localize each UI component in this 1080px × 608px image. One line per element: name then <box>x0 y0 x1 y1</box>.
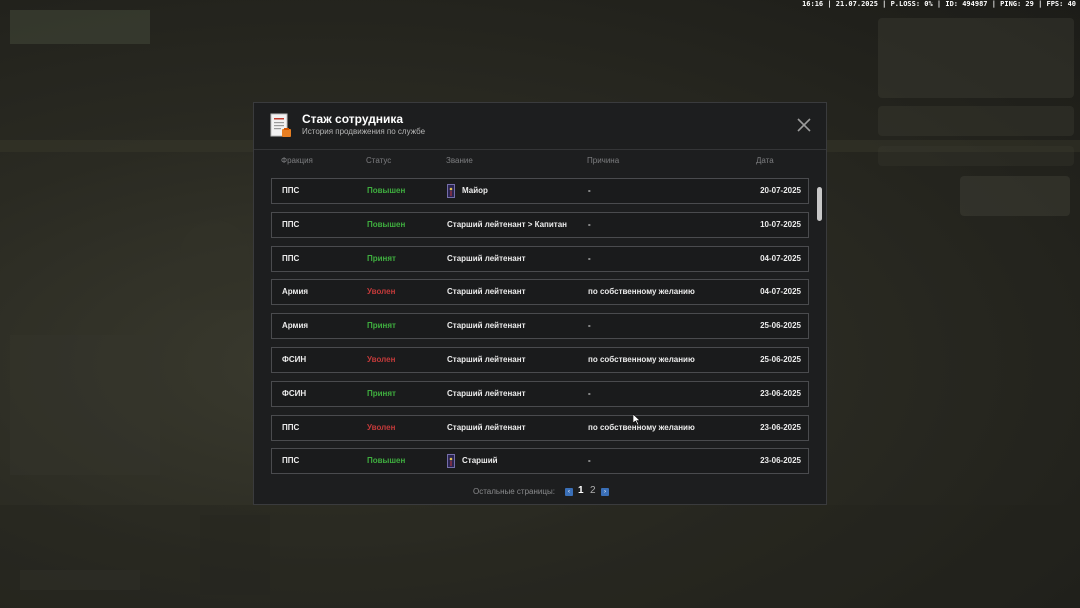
row-rank-label: Старший лейтенант <box>447 388 526 398</box>
document-icon <box>270 113 291 137</box>
row-rank-label: Старший лейтенант <box>447 287 526 297</box>
row-faction: ППС <box>282 186 300 195</box>
pagination: Остальные страницы: ‹ 1 2 › <box>254 485 826 499</box>
scrollbar[interactable] <box>817 185 823 475</box>
row-rank-label: Старший лейтенант <box>447 422 526 432</box>
row-status: Уволен <box>367 355 396 364</box>
table-row: ППС Повышен Майор - 20-07-2025 <box>271 178 809 204</box>
seniority-modal: Стаж сотрудника История продвижения по с… <box>253 102 827 505</box>
row-faction: ФСИН <box>282 355 307 364</box>
modal-title: Стаж сотрудника <box>302 112 404 126</box>
row-faction: ППС <box>282 219 300 229</box>
rank-insignia-icon <box>447 184 455 198</box>
row-rank: Старший лейтенант <box>447 247 526 271</box>
row-date: 25-06-2025 <box>760 321 801 331</box>
column-header-rank: Звание <box>446 156 473 165</box>
column-header-faction: Фракция <box>281 156 313 165</box>
chevron-left-icon[interactable]: ‹ <box>565 488 573 496</box>
row-date: 25-06-2025 <box>760 355 801 364</box>
row-reason: - <box>588 186 591 195</box>
row-date: 23-06-2025 <box>760 422 801 432</box>
history-table: ППС Повышен Майор - 20-07-2025 ППС Повышен Стар… <box>271 178 811 474</box>
page-2-button[interactable]: 2 <box>590 485 596 496</box>
column-header-status: Статус <box>366 156 392 165</box>
row-rank: Старший <box>447 449 498 473</box>
row-reason: по собственному желанию <box>588 287 695 297</box>
row-faction: ППС <box>282 253 300 263</box>
row-status: Уволен <box>367 287 396 297</box>
row-reason: по собственному желанию <box>588 422 695 432</box>
table-row: Армия Уволен Старший лейтенант по собственн… <box>271 279 809 306</box>
row-status: Повышен <box>367 186 406 195</box>
row-reason: - <box>588 253 591 263</box>
row-rank-label: Старший лейтенант <box>447 321 526 331</box>
rank-insignia-icon <box>447 454 455 469</box>
row-status: Повышен <box>367 456 406 466</box>
row-reason: - <box>588 456 591 466</box>
row-status: Принят <box>367 321 396 331</box>
row-rank-label: Старший лейтенант <box>447 355 526 364</box>
table-header: Фракция Статус Звание Причина Дата <box>271 156 811 170</box>
table-row: ППС Повышен Старший лейтенант > Капитан - 10… <box>271 211 809 238</box>
row-date: 20-07-2025 <box>760 186 801 195</box>
mouse-cursor-icon <box>633 414 641 426</box>
row-rank-label: Старший лейтенант <box>447 253 526 263</box>
row-status: Повышен <box>367 219 406 229</box>
row-status: Принят <box>367 253 396 263</box>
table-row: ППС Уволен Старший лейтенант по собственном… <box>271 414 809 441</box>
scrollbar-thumb[interactable] <box>817 187 822 221</box>
row-faction: Армия <box>282 321 309 331</box>
chevron-right-icon[interactable]: › <box>601 488 609 496</box>
row-rank-label: Старший лейтенант > Капитан <box>447 219 567 229</box>
row-rank: Майор <box>447 179 488 203</box>
row-faction: ФСИН <box>282 388 307 398</box>
row-faction: ППС <box>282 456 300 466</box>
row-reason: по собственному желанию <box>588 355 695 364</box>
row-date: 04-07-2025 <box>760 287 801 297</box>
table-row: ППС Принят Старший лейтенант - 04-07-2025 <box>271 245 809 272</box>
row-date: 04-07-2025 <box>760 253 801 263</box>
table-row: ФСИН Уволен Старший лейтенант по собственно… <box>271 347 809 373</box>
modal-header: Стаж сотрудника История продвижения по с… <box>254 103 826 150</box>
row-rank-label: Майор <box>462 186 488 195</box>
row-reason: - <box>588 219 591 229</box>
modal-subtitle: История продвижения по службе <box>302 127 426 136</box>
row-status: Уволен <box>367 422 396 432</box>
row-rank: Старший лейтенант <box>447 416 526 440</box>
row-faction: ППС <box>282 422 300 432</box>
row-status: Принят <box>367 388 396 398</box>
table-row: ФСИН Принят Старший лейтенант - 23-06-2025 <box>271 380 809 407</box>
row-date: 23-06-2025 <box>760 388 801 398</box>
row-rank-label: Старший <box>462 456 498 466</box>
row-rank: Старший лейтенант <box>447 314 526 338</box>
hud-status-bar: 16:16 | 21.07.2025 | P.LOSS: 0% | ID: 49… <box>802 0 1076 8</box>
row-reason: - <box>588 321 591 331</box>
row-rank: Старший лейтенант > Капитан <box>447 213 567 237</box>
row-reason: - <box>588 388 591 398</box>
pagination-label: Остальные страницы: <box>473 487 555 496</box>
page-1-button[interactable]: 1 <box>578 485 584 496</box>
row-rank: Старший лейтенант <box>447 348 526 372</box>
row-rank: Старший лейтенант <box>447 382 526 406</box>
row-date: 23-06-2025 <box>760 456 801 466</box>
close-icon[interactable] <box>796 117 812 133</box>
column-header-reason: Причина <box>587 156 620 165</box>
row-rank: Старший лейтенант <box>447 280 526 304</box>
column-header-date: Дата <box>756 156 774 165</box>
table-row: Армия Принят Старший лейтенант - 25-06-2025 <box>271 313 809 340</box>
row-faction: Армия <box>282 287 309 297</box>
table-row: ППС Повышен Старший - 23-06-2025 <box>271 448 809 474</box>
row-date: 10-07-2025 <box>760 219 801 229</box>
